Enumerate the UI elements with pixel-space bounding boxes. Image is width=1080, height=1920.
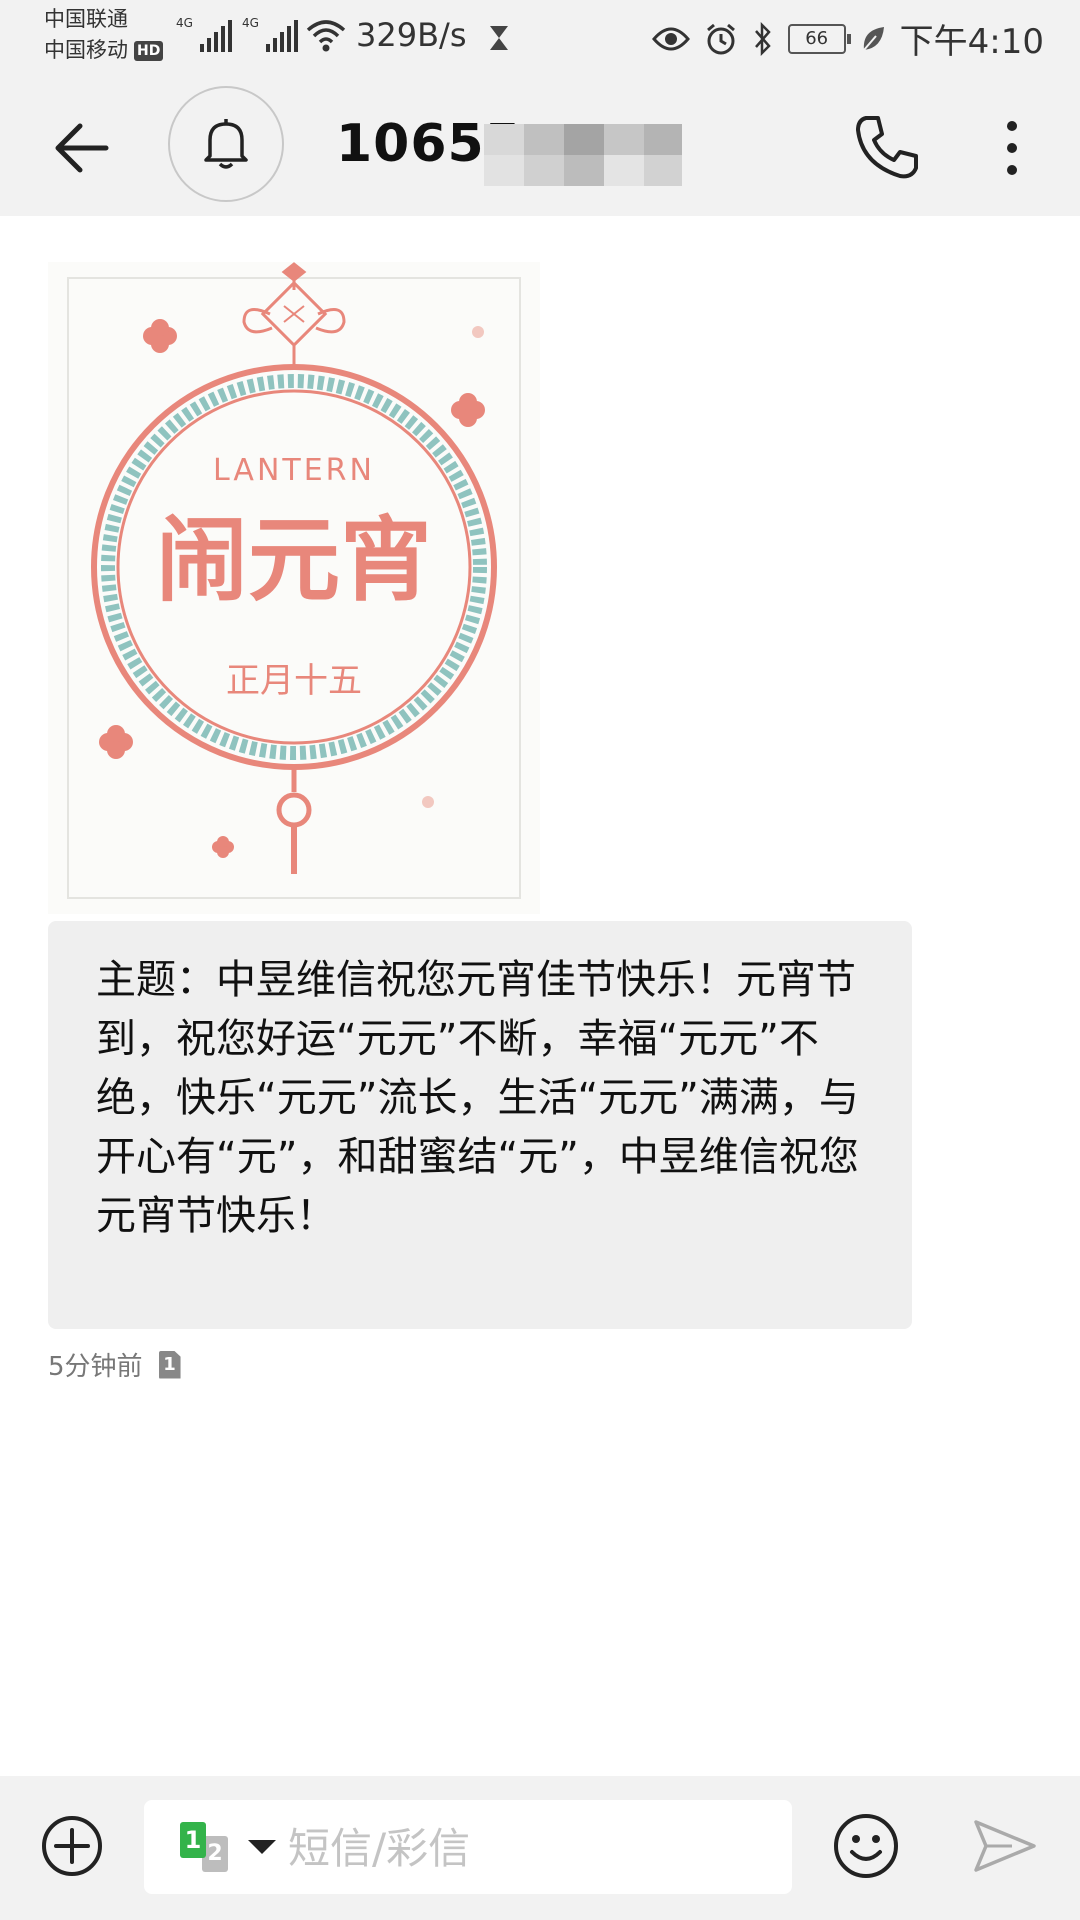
more-options-icon[interactable]	[1000, 116, 1024, 180]
network-speed: 329B/s	[356, 16, 467, 54]
sim-1-badge: 1	[180, 1822, 206, 1858]
message-text: 主题：中昱维信祝您元宵佳节快乐！元宵节到，祝您好运“元元”不断，幸福“元元”不绝…	[96, 957, 859, 1239]
eye-icon	[651, 27, 690, 50]
signal-icon	[200, 18, 232, 52]
notification-bell-button[interactable]	[168, 86, 284, 202]
leaf-icon	[862, 26, 884, 51]
chevron-down-icon[interactable]	[248, 1840, 276, 1854]
alarm-icon	[706, 23, 735, 54]
message-input-box[interactable]: 1 2	[144, 1800, 792, 1894]
redacted-number	[484, 124, 682, 186]
carrier-info: 中国联通 中国移动 HD	[44, 4, 164, 66]
carrier-2-row: 中国移动 HD	[44, 35, 164, 66]
bluetooth-icon	[754, 21, 771, 56]
status-right: 66 下午4:10	[651, 14, 1044, 63]
mms-image[interactable]: LANTERN 闹元宵 正月十五	[48, 262, 540, 914]
carrier-1-label: 中国联通	[44, 7, 128, 31]
composer-bar: 1 2	[0, 1776, 1080, 1920]
send-icon[interactable]	[972, 1818, 1038, 1874]
bell-icon	[204, 119, 248, 169]
card-subtitle: LANTERN	[213, 453, 375, 488]
card-date: 正月十五	[226, 661, 362, 701]
signal-icon-2	[266, 18, 298, 52]
battery-icon: 66	[787, 23, 851, 54]
message-bubble[interactable]: 主题：中昱维信祝您元宵佳节快乐！元宵节到，祝您好运“元元”不断，幸福“元元”不绝…	[48, 921, 912, 1329]
phone-call-icon[interactable]	[852, 112, 924, 184]
chinese-knot-icon	[242, 262, 346, 370]
back-arrow-icon[interactable]	[50, 116, 114, 180]
message-meta: 5分钟前 1	[48, 1346, 181, 1383]
wifi-icon	[306, 20, 346, 52]
message-input[interactable]	[286, 1814, 770, 1882]
sim-selector[interactable]: 1 2	[180, 1822, 240, 1872]
clock-time: 下午4:10	[899, 22, 1044, 62]
sim-card-icon: 1	[158, 1350, 181, 1379]
conversation-header: 10655	[0, 76, 1080, 216]
lantern-festival-card: LANTERN 闹元宵 正月十五	[67, 262, 521, 899]
carrier-2-label: 中国移动	[44, 38, 128, 62]
message-time: 5分钟前	[48, 1352, 143, 1382]
emoji-icon[interactable]	[832, 1812, 900, 1880]
add-attachment-icon[interactable]	[40, 1814, 104, 1878]
hd-badge: HD	[134, 40, 164, 61]
card-title: 闹元宵	[156, 507, 432, 614]
status-bar: 中国联通 中国移动 HD 4G 4G 329B/s 66 下午4:10	[0, 0, 1080, 76]
hourglass-icon	[490, 26, 508, 50]
network-type-1: 4G	[176, 16, 193, 30]
network-type-2: 4G	[242, 16, 259, 30]
